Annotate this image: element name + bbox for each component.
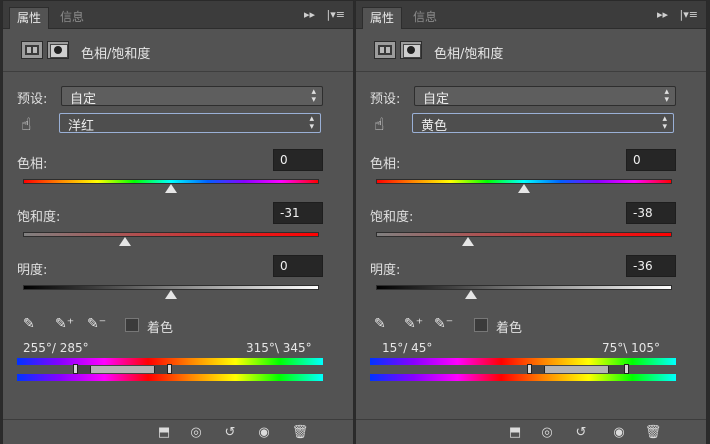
hue-value: 0 xyxy=(280,153,288,167)
select-arrows-icon: ▴ ▾ xyxy=(309,114,314,132)
reset-icon[interactable]: ↺ xyxy=(221,425,239,441)
adjustment-title: 色相/饱和度 xyxy=(434,47,504,62)
adjustment-layer-icon[interactable] xyxy=(21,41,43,59)
panel-tabbar: 属性 信息 ▸▸ |▾≡ xyxy=(3,1,353,29)
range-handle-end[interactable] xyxy=(167,364,172,374)
channel-value: 洋红 xyxy=(68,119,95,134)
lightness-value: 0 xyxy=(280,259,288,273)
eyedropper-icon[interactable]: ✎ xyxy=(23,316,43,336)
output-color-spectrum xyxy=(370,374,676,381)
saturation-input[interactable]: -38 xyxy=(626,202,676,224)
range-left-label: 15°/ 45° xyxy=(382,341,433,355)
on-image-adjust-hand-icon[interactable]: ☝ xyxy=(374,115,384,135)
select-arrows-icon: ▴ ▾ xyxy=(664,87,669,105)
layer-clip-icon[interactable]: ⬒ xyxy=(155,425,173,441)
saturation-value: -38 xyxy=(633,206,653,220)
properties-panel-right: 属性 信息 ▸▸ |▾≡ 色相/饱和度 预设: 自定 ▴ ▾ ☝ 黄色 ▴ ▾ 色相… xyxy=(355,0,707,444)
preset-select[interactable]: 自定 ▴ ▾ xyxy=(414,86,676,107)
hue-value: 0 xyxy=(633,153,641,167)
lightness-label: 明度: xyxy=(370,263,401,278)
visibility-icon[interactable]: ◎ xyxy=(187,425,205,441)
saturation-slider-thumb[interactable] xyxy=(461,237,474,246)
trash-icon[interactable]: 🗑 xyxy=(644,425,662,441)
eyedropper-icon[interactable]: ✎ xyxy=(374,316,394,336)
preset-label: 预设: xyxy=(17,92,48,107)
color-range-core[interactable] xyxy=(544,366,609,373)
preset-value: 自定 xyxy=(70,92,97,107)
lightness-slider-track[interactable] xyxy=(376,285,672,290)
range-right-label: 315°\ 345° xyxy=(246,341,312,355)
hue-input[interactable]: 0 xyxy=(626,149,676,171)
adjustment-title: 色相/饱和度 xyxy=(81,47,151,62)
lightness-input[interactable]: 0 xyxy=(273,255,323,277)
adjustment-layer-icon[interactable] xyxy=(374,41,396,59)
range-left-label: 255°/ 285° xyxy=(23,341,89,355)
eyedropper-add-icon[interactable]: ✎⁺ xyxy=(404,316,424,336)
channel-value: 黄色 xyxy=(421,119,448,134)
input-color-spectrum xyxy=(370,358,676,365)
visibility-icon[interactable]: ◎ xyxy=(538,425,556,441)
range-handle-end[interactable] xyxy=(624,364,630,374)
channel-select[interactable]: 洋红 ▴ ▾ xyxy=(59,113,321,134)
select-arrows-icon: ▴ ▾ xyxy=(311,87,316,105)
saturation-label: 饱和度: xyxy=(17,210,61,225)
lightness-slider-thumb[interactable] xyxy=(464,290,477,299)
range-handle-start[interactable] xyxy=(73,364,79,374)
layer-mask-icon[interactable] xyxy=(47,41,69,59)
lightness-value: -36 xyxy=(633,259,653,273)
layer-mask-icon[interactable] xyxy=(400,41,422,59)
colorize-checkbox[interactable] xyxy=(125,318,139,332)
output-color-spectrum xyxy=(17,374,323,381)
saturation-value: -31 xyxy=(280,206,300,220)
hue-input[interactable]: 0 xyxy=(273,149,323,171)
colorize-label: 着色 xyxy=(496,321,523,336)
panel-tabbar: 属性 信息 ▸▸ |▾≡ xyxy=(356,1,706,29)
expand-icon[interactable]: ▸▸ xyxy=(304,8,315,21)
adjustment-header: 色相/饱和度 xyxy=(3,30,353,72)
hue-slider-thumb[interactable] xyxy=(518,184,530,193)
saturation-slider-thumb[interactable] xyxy=(119,237,132,246)
reset-icon[interactable]: ↺ xyxy=(572,425,590,441)
tab-info[interactable]: 信息 xyxy=(53,7,91,29)
panel-bottom-toolbar: ⬒ ◎ ↺ ◉ 🗑 xyxy=(3,419,353,444)
lightness-slider-thumb[interactable] xyxy=(165,290,177,299)
preset-value: 自定 xyxy=(423,92,450,107)
select-arrows-icon: ▴ ▾ xyxy=(662,114,667,132)
layer-clip-icon[interactable]: ⬒ xyxy=(506,425,524,441)
colorize-checkbox[interactable] xyxy=(474,318,488,332)
on-image-adjust-hand-icon[interactable]: ☝ xyxy=(21,115,31,135)
preset-select[interactable]: 自定 ▴ ▾ xyxy=(61,86,323,107)
panel-menu-icon[interactable]: |▾≡ xyxy=(327,8,345,21)
saturation-label: 饱和度: xyxy=(370,210,414,225)
eyedropper-subtract-icon[interactable]: ✎⁻ xyxy=(434,316,454,336)
eyedropper-add-icon[interactable]: ✎⁺ xyxy=(55,316,75,336)
eye-icon[interactable]: ◉ xyxy=(610,425,628,441)
expand-icon[interactable]: ▸▸ xyxy=(657,8,668,21)
tab-properties[interactable]: 属性 xyxy=(9,7,50,29)
range-right-label: 75°\ 105° xyxy=(602,341,661,355)
trash-icon[interactable]: 🗑 xyxy=(291,425,309,441)
preset-label: 预设: xyxy=(370,92,401,107)
hue-slider-thumb[interactable] xyxy=(165,184,177,193)
color-range-core[interactable] xyxy=(90,366,155,373)
colorize-label: 着色 xyxy=(147,321,174,336)
panel-menu-icon[interactable]: |▾≡ xyxy=(680,8,698,21)
adjustment-header: 色相/饱和度 xyxy=(356,30,706,72)
tab-properties[interactable]: 属性 xyxy=(362,7,403,29)
hue-label: 色相: xyxy=(370,157,401,172)
panel-bottom-toolbar: ⬒ ◎ ↺ ◉ 🗑 xyxy=(356,419,706,444)
tab-info[interactable]: 信息 xyxy=(406,7,444,29)
range-handle-start[interactable] xyxy=(527,364,533,374)
hue-label: 色相: xyxy=(17,157,48,172)
lightness-input[interactable]: -36 xyxy=(626,255,676,277)
saturation-slider-track[interactable] xyxy=(23,232,319,237)
properties-panel-left: 属性 信息 ▸▸ |▾≡ 色相/饱和度 预设: 自定 ▴ ▾ ☝ 洋红 ▴ ▾ 色相… xyxy=(2,0,354,444)
channel-select[interactable]: 黄色 ▴ ▾ xyxy=(412,113,674,134)
lightness-label: 明度: xyxy=(17,263,48,278)
saturation-slider-track[interactable] xyxy=(376,232,672,237)
saturation-input[interactable]: -31 xyxy=(273,202,323,224)
eye-icon[interactable]: ◉ xyxy=(255,425,273,441)
eyedropper-subtract-icon[interactable]: ✎⁻ xyxy=(87,316,107,336)
